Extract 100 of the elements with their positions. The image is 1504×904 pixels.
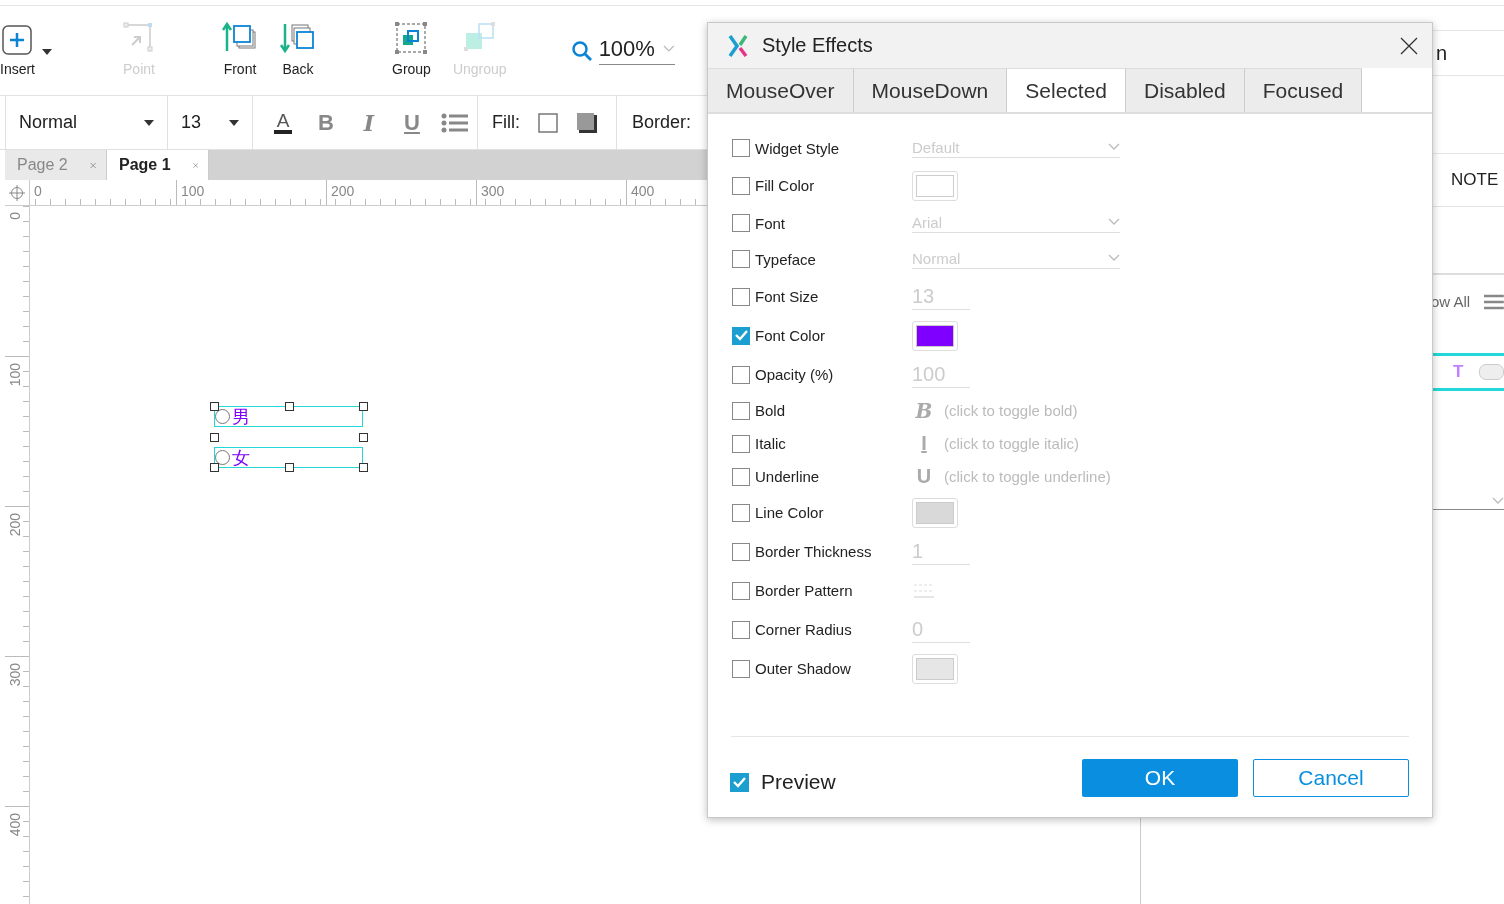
toggle-hint: (click to toggle underline) (944, 468, 1111, 485)
color-swatch[interactable] (912, 497, 958, 528)
ruler-label: 300 (7, 663, 23, 687)
italic-button[interactable]: I (349, 109, 389, 136)
property-label: Font (755, 214, 785, 232)
checkbox[interactable] (732, 434, 750, 453)
dialog-title: Style Effects (762, 34, 874, 57)
selection-handle[interactable] (210, 463, 219, 472)
property-label: Outer Shadow (755, 660, 851, 677)
ruler-label: 400 (631, 183, 655, 199)
font-size-dropdown[interactable]: 13 (168, 96, 252, 149)
checkbox[interactable] (732, 326, 750, 345)
checkbox[interactable] (732, 467, 750, 486)
color-swatch[interactable] (912, 320, 958, 351)
property-label: Fill Color (755, 177, 815, 194)
chevron-down-icon (1108, 218, 1120, 226)
ruler-label: 200 (331, 183, 355, 199)
bold-button[interactable]: B (306, 109, 346, 136)
selection-handle[interactable] (359, 433, 368, 442)
ruler-label: 100 (7, 363, 23, 387)
state-tab[interactable]: MouseDown (853, 68, 1008, 112)
border-label: Border: (632, 112, 692, 133)
toolbar-button[interactable]: Insert (0, 6, 52, 77)
cancel-button[interactable]: Cancel (1253, 759, 1409, 797)
selection-handle[interactable] (285, 402, 294, 411)
selection-handle[interactable] (210, 433, 219, 442)
checkbox[interactable] (732, 250, 750, 268)
ruler-label: 300 (481, 183, 505, 199)
search-icon (570, 39, 593, 62)
panel-tab[interactable]: NOTE (1451, 170, 1499, 190)
property-label: Bold (755, 402, 786, 419)
state-tab[interactable]: MouseOver (708, 68, 854, 112)
property-label: Underline (755, 468, 820, 485)
toggle-hint: (click to toggle bold) (944, 402, 1078, 419)
up-down-arrows-icon (1108, 254, 1120, 262)
ruler-label: 100 (181, 183, 205, 199)
chevron-down-icon (1108, 143, 1120, 151)
toolbar-button[interactable]: Front (222, 6, 258, 77)
preview-checkbox[interactable] (730, 772, 749, 792)
color-swatch[interactable] (912, 653, 958, 684)
toolbar-button[interactable]: Group (392, 6, 431, 77)
zoom-dropdown[interactable]: 100% (598, 36, 675, 65)
checkbox[interactable] (732, 581, 750, 600)
preview-label: Preview (761, 770, 836, 794)
chevron-down-icon (662, 45, 675, 53)
property-label: Widget Style (755, 139, 840, 157)
bullet-list-icon[interactable] (441, 112, 469, 133)
ruler-label: 0 (7, 212, 23, 220)
checkbox[interactable] (732, 139, 750, 157)
checkbox[interactable] (732, 287, 750, 306)
toggle-hint: (click to toggle italic) (944, 435, 1080, 452)
type-letter: T (1453, 362, 1464, 382)
property-label: Opacity (%) (755, 366, 834, 383)
style-dropdown[interactable]: Normal (6, 96, 167, 149)
fill-color-icon[interactable] (538, 112, 558, 133)
chevron-down-icon (1492, 497, 1504, 505)
state-tab[interactable]: Focused (1244, 68, 1363, 112)
menu-icon[interactable] (1484, 293, 1504, 310)
checkbox[interactable] (732, 542, 750, 561)
state-tab[interactable]: Disabled (1126, 68, 1245, 112)
app-logo-icon (728, 33, 748, 58)
ruler-label: 200 (7, 513, 23, 537)
property-label: Line Color (755, 504, 824, 521)
shadow-icon[interactable] (576, 111, 598, 134)
property-label: Border Pattern (755, 582, 853, 599)
property-label: Font Color (755, 327, 826, 344)
point-icon (122, 21, 156, 55)
checkbox[interactable] (732, 365, 750, 384)
caret-icon (42, 49, 52, 55)
selection-handle[interactable] (359, 402, 368, 411)
property-label: Corner Radius (755, 621, 852, 638)
send-back-icon (280, 21, 316, 55)
color-swatch[interactable] (912, 170, 958, 201)
checkbox[interactable] (732, 620, 750, 639)
checkbox[interactable] (732, 659, 750, 678)
ruler-label: 400 (7, 813, 23, 837)
caret-icon (144, 119, 154, 126)
property-label: Border Thickness (755, 543, 872, 560)
fill-label: Fill: (492, 112, 520, 133)
underline-button[interactable]: U (392, 109, 432, 136)
name-field[interactable] (1479, 364, 1504, 380)
toolbar-button[interactable]: Back (280, 6, 316, 77)
state-tab[interactable]: Selected (1007, 68, 1126, 112)
ok-button[interactable]: OK (1082, 759, 1238, 797)
checkbox[interactable] (732, 214, 750, 232)
caret-icon (229, 119, 239, 126)
property-label: Font Size (755, 288, 819, 305)
crosshair-icon (9, 184, 25, 201)
group-icon (394, 21, 429, 55)
checkbox[interactable] (732, 503, 750, 522)
ruler-label: 0 (34, 183, 42, 199)
page-tab[interactable]: Page 1 (107, 150, 209, 180)
selection-handle[interactable] (285, 463, 294, 472)
checkbox[interactable] (732, 176, 750, 195)
selection-handle[interactable] (359, 463, 368, 472)
font-color-button[interactable]: A (263, 111, 303, 134)
property-label: Italic (755, 435, 786, 452)
close-icon[interactable] (1400, 36, 1418, 55)
selection-handle[interactable] (210, 402, 219, 411)
checkbox[interactable] (732, 401, 750, 420)
